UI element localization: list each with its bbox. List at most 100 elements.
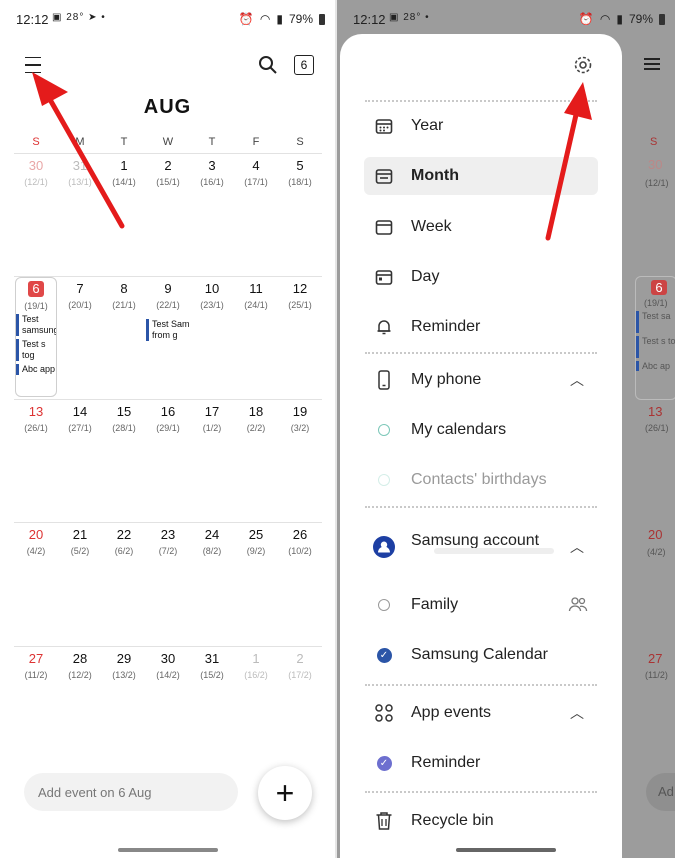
week-row: 27 (11/2) 28 (12/2) 29 (13/2) 30 (14/2) 31 (1…	[14, 646, 322, 770]
alarm-icon: ⏰	[238, 12, 254, 26]
settings-button[interactable]	[570, 52, 596, 78]
weekday-label: S	[296, 136, 304, 148]
alarm-icon: ⏰	[578, 12, 594, 26]
day-cell[interactable]: 23 (7/2)	[146, 523, 190, 646]
day-cell[interactable]: 30 (14/2)	[146, 647, 190, 770]
calendar-screen: 12:12 ▣ 28° ➤ • ⏰ ◠ ▮ 79% 6 AUG S M T W …	[0, 0, 335, 858]
day-cell[interactable]: 9 (22/1) Test Sam from g	[146, 277, 190, 400]
calendar-reminder[interactable]: ✓ Reminder	[364, 744, 598, 782]
menu-item-label: Week	[411, 218, 452, 235]
calendar-day-icon	[373, 266, 395, 288]
day-cell[interactable]: 31 (15/2)	[190, 647, 234, 770]
day-cell[interactable]: 13 (26/1)	[14, 400, 58, 523]
event-chip[interactable]: Test s tog	[16, 339, 56, 361]
section-app-events[interactable]: App events ︿	[364, 694, 598, 732]
account-icon	[373, 536, 395, 558]
calendar-grid-icon	[373, 115, 395, 137]
signal-icon: ▮	[276, 12, 283, 26]
add-event-button[interactable]: +	[258, 766, 312, 820]
day-cell[interactable]: 2 (17/2)	[278, 647, 322, 770]
gesture-bar	[118, 848, 218, 852]
menu-item-recycle-bin[interactable]: Recycle bin	[364, 802, 598, 840]
signal-icon: ▮	[616, 12, 623, 26]
day-cell[interactable]: 22 (6/2)	[102, 523, 146, 646]
section-samsung-account[interactable]: Samsung account ︿	[364, 526, 598, 568]
chevron-up-icon[interactable]: ︿	[570, 703, 584, 723]
menu-item-label: App events	[411, 704, 492, 721]
day-cell[interactable]: 28 (12/2)	[58, 647, 102, 770]
weekday-label: W	[162, 136, 174, 148]
add-event-input[interactable]: Add event on 6 Aug	[24, 773, 238, 811]
separator	[365, 684, 597, 686]
chevron-up-icon[interactable]: ︿	[570, 537, 584, 557]
calendar-contacts-birthdays[interactable]: Contacts' birthdays	[364, 461, 598, 499]
chevron-up-icon[interactable]: ︿	[570, 370, 584, 390]
day-cell[interactable]: 16 (29/1)	[146, 400, 190, 523]
radio-icon[interactable]	[378, 424, 390, 436]
event-chip[interactable]: Test Sam from g	[146, 319, 190, 341]
gesture-bar	[456, 848, 556, 852]
day-cell[interactable]: 17 (1/2)	[190, 400, 234, 523]
menu-item-label: Family	[411, 596, 459, 613]
hamburger-icon	[25, 57, 41, 59]
separator	[365, 791, 597, 793]
checkmark-icon[interactable]: ✓	[376, 755, 392, 771]
calendar-my-calendars[interactable]: My calendars	[364, 411, 598, 449]
apps-grid-icon	[373, 702, 395, 724]
status-icons: ▣ 28° •	[389, 12, 430, 23]
menu-item-label: Month	[411, 167, 459, 184]
search-button[interactable]	[256, 53, 280, 77]
day-cell[interactable]: 3 (16/1)	[190, 154, 234, 277]
checkmark-icon[interactable]: ✓	[376, 647, 392, 663]
today-date-icon: 6	[294, 55, 314, 75]
day-cell[interactable]: 12 (25/1)	[278, 277, 322, 400]
day-cell[interactable]: 20 (4/2)	[14, 523, 58, 646]
day-cell[interactable]: 24 (8/2)	[190, 523, 234, 646]
menu-item-label: My calendars	[411, 421, 507, 438]
today-button[interactable]: 6	[292, 53, 316, 77]
day-cell[interactable]: 11 (24/1)	[234, 277, 278, 400]
day-cell[interactable]: 25 (9/2)	[234, 523, 278, 646]
event-chip[interactable]: Abc app	[16, 364, 56, 375]
menu-item-day[interactable]: Day	[364, 258, 598, 296]
day-cell[interactable]: 21 (5/2)	[58, 523, 102, 646]
red-arrow-annotation	[32, 72, 125, 229]
day-cell[interactable]: 2 (15/1)	[146, 154, 190, 277]
day-cell[interactable]: 15 (28/1)	[102, 400, 146, 523]
calendar-month-icon	[373, 165, 395, 187]
week-row: 20 (4/2) 21 (5/2) 22 (6/2) 23 (7/2) 24 (8/2) …	[14, 522, 322, 646]
calendar-samsung-calendar[interactable]: ✓ Samsung Calendar	[364, 636, 598, 674]
day-cell[interactable]: 18 (2/2)	[234, 400, 278, 523]
hamburger-icon	[644, 55, 660, 73]
day-cell[interactable]: 29 (13/2)	[102, 647, 146, 770]
menu-item-label: Reminder	[411, 754, 481, 771]
day-cell[interactable]: 4 (17/1)	[234, 154, 278, 277]
menu-item-label: Samsung Calendar	[411, 646, 548, 663]
weekday-label: T	[208, 136, 216, 148]
day-cell[interactable]: 26 (10/2)	[278, 523, 322, 646]
day-cell[interactable]: 10 (23/1)	[190, 277, 234, 400]
day-cell[interactable]: 8 (21/1)	[102, 277, 146, 400]
day-cell-today[interactable]: 6 (19/1) Test samsung Test s tog Abc app	[15, 277, 57, 397]
menu-item-label: My phone	[411, 371, 482, 388]
menu-item-label: Day	[411, 268, 440, 285]
day-cell[interactable]: 14 (27/1)	[58, 400, 102, 523]
battery-text: 79%	[288, 12, 313, 26]
day-cell[interactable]: 1 (16/2)	[234, 647, 278, 770]
radio-icon[interactable]	[378, 474, 390, 486]
day-cell[interactable]: 5 (18/1)	[278, 154, 322, 277]
radio-icon[interactable]	[378, 599, 390, 611]
menu-item-label: Contacts' birthdays	[411, 471, 547, 488]
gear-icon	[574, 56, 592, 74]
event-chip[interactable]: Test samsung	[16, 314, 56, 336]
day-cell[interactable]: 27 (11/2)	[14, 647, 58, 770]
status-bar: 12:12 ▣ 28° ➤ • ⏰ ◠ ▮ 79%	[0, 0, 335, 40]
status-time: 12:12	[353, 12, 386, 27]
day-cell[interactable]: 19 (3/2)	[278, 400, 322, 523]
bell-icon	[373, 316, 395, 338]
menu-item-label: Recycle bin	[411, 812, 494, 829]
section-my-phone[interactable]: My phone ︿	[364, 361, 598, 399]
day-cell[interactable]: 7 (20/1)	[58, 277, 102, 400]
menu-item-reminder[interactable]: Reminder	[364, 308, 598, 346]
calendar-family[interactable]: Family	[364, 586, 598, 624]
